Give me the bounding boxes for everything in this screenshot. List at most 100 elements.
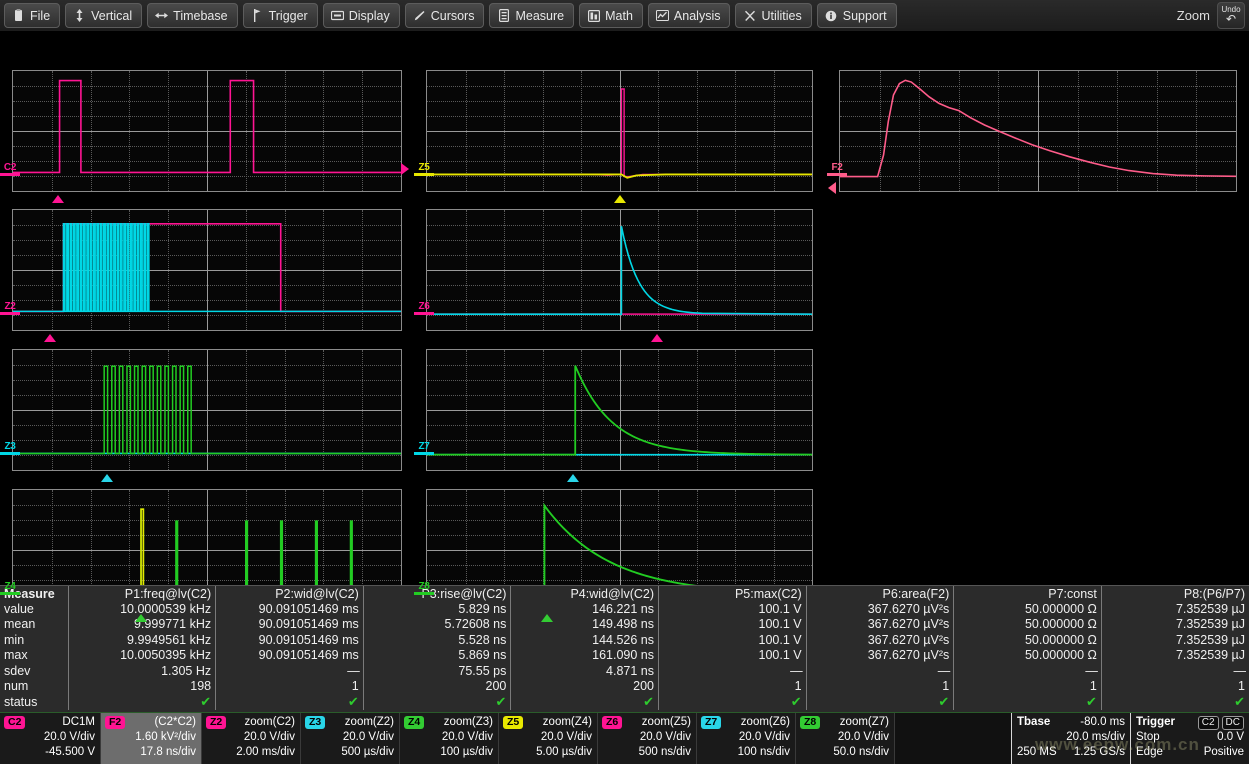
menu-item-file[interactable]: File	[4, 3, 60, 28]
descriptor-tag-z4[interactable]: Z4	[404, 716, 424, 729]
measurement-row-label: sdev	[0, 663, 68, 678]
measurement-row-label: value	[0, 601, 68, 616]
waveform-trace-z3	[13, 350, 401, 470]
grid-graticule	[839, 70, 1237, 192]
menu-item-analysis[interactable]: Analysis	[648, 3, 731, 28]
waveform-trace-f2	[840, 71, 1236, 191]
descriptor-tag-z7[interactable]: Z7	[701, 716, 721, 729]
measurement-cell: ✔	[954, 694, 1102, 710]
trigger-marker-z5[interactable]	[614, 195, 626, 203]
trigger-marker-c2[interactable]	[52, 195, 64, 203]
channel-descriptor-z7[interactable]: Z7zoom(Z6)20.0 V/div100 ns/div	[697, 713, 796, 764]
measurement-row: num19812002001111	[0, 678, 1249, 693]
channel-label-z5[interactable]: Z5	[414, 163, 434, 176]
zoom-label[interactable]: Zoom	[1177, 8, 1217, 23]
trigger-marker-z3[interactable]	[101, 474, 113, 482]
menu-item-trigger[interactable]: Trigger	[243, 3, 318, 28]
trigger-descriptor[interactable]: Trigger C2DC Stop 0.0 V Edge Positive	[1130, 713, 1249, 764]
channel-label-text: Z3	[4, 441, 15, 452]
waveform-panel-z5[interactable]	[426, 70, 813, 192]
channel-label-z6[interactable]: Z6	[414, 302, 434, 315]
measurement-cell: 75.55 ps	[363, 663, 511, 678]
utilities-tools-icon	[743, 9, 756, 22]
status-check-icon: ✔	[200, 694, 211, 709]
main-menu-bar: File Vertical Timebase Trigger Display C…	[0, 0, 1249, 32]
descriptor-line: 17.8 ns/div	[140, 745, 196, 760]
channel-descriptor-z2[interactable]: Z2zoom(C2)20.0 V/div2.00 ms/div	[202, 713, 301, 764]
waveform-panel-f2[interactable]	[839, 70, 1237, 192]
channel-label-c2[interactable]: C2	[0, 163, 20, 176]
measurement-cell: 7.352539 µJ	[1101, 648, 1249, 663]
descriptor-tag-f2[interactable]: F2	[105, 716, 125, 729]
channel-descriptor-z8[interactable]: Z8zoom(Z7)20.0 V/div50.0 ns/div	[796, 713, 895, 764]
undo-button[interactable]: Undo ↶	[1217, 2, 1245, 29]
channel-label-z4[interactable]: Z4	[0, 582, 20, 595]
channel-descriptor-c2[interactable]: C2DC1M20.0 V/div-45.500 V	[0, 713, 101, 764]
descriptor-title: zoom(Z6)	[741, 715, 790, 730]
menu-item-cursors[interactable]: Cursors	[405, 3, 485, 28]
waveform-panel-c2[interactable]	[12, 70, 402, 192]
waveform-panel-z2[interactable]	[12, 209, 402, 331]
menu-item-utilities[interactable]: Utilities	[735, 3, 811, 28]
menu-item-label: Measure	[515, 9, 564, 23]
descriptor-tag-z6[interactable]: Z6	[602, 716, 622, 729]
trigger-marker-z8[interactable]	[541, 614, 553, 622]
trigger-marker-z6[interactable]	[651, 334, 663, 342]
measurement-column-header[interactable]: P3:rise@lv(C2)	[363, 586, 511, 601]
menu-item-display[interactable]: Display	[323, 3, 400, 28]
measurement-column-header[interactable]: P1:freq@lv(C2)	[68, 586, 216, 601]
channel-label-text: F2	[831, 162, 842, 173]
level-arrow-c2-right[interactable]	[401, 163, 409, 175]
waveform-panel-z3[interactable]	[12, 349, 402, 471]
channel-label-f2[interactable]: F2	[827, 163, 847, 176]
menu-item-timebase[interactable]: Timebase	[147, 3, 237, 28]
channel-descriptor-z3[interactable]: Z3zoom(Z2)20.0 V/div500 µs/div	[301, 713, 400, 764]
descriptor-tag-z5[interactable]: Z5	[503, 716, 523, 729]
level-arrow-f2-left[interactable]	[828, 182, 836, 194]
channel-descriptor-z4[interactable]: Z4zoom(Z3)20.0 V/div100 µs/div	[400, 713, 499, 764]
menu-item-measure[interactable]: Measure	[489, 3, 574, 28]
channel-label-z3[interactable]: Z3	[0, 442, 20, 455]
measurement-row-label: min	[0, 632, 68, 647]
menu-item-vertical[interactable]: Vertical	[65, 3, 142, 28]
channel-descriptor-z6[interactable]: Z6zoom(Z5)20.0 V/div500 ns/div	[598, 713, 697, 764]
timebase-descriptor[interactable]: Tbase -80.0 ms 20.0 ms/div 250 MS 1.25 G…	[1011, 713, 1130, 764]
channel-level-marker	[0, 592, 20, 595]
measurement-column-header[interactable]: P5:max(C2)	[659, 586, 807, 601]
measurement-column-header[interactable]: P8:(P6/P7)	[1101, 586, 1249, 601]
descriptor-tag-z2[interactable]: Z2	[206, 716, 226, 729]
channel-label-text: Z6	[418, 301, 429, 312]
menu-item-math[interactable]: Math	[579, 3, 643, 28]
tbase-label: Tbase	[1017, 715, 1050, 730]
waveform-panel-z7[interactable]	[426, 349, 813, 471]
menu-item-label: Vertical	[91, 9, 132, 23]
measurement-column-header[interactable]: P2:wid@lv(C2)	[216, 586, 364, 601]
channel-label-z7[interactable]: Z7	[414, 442, 434, 455]
descriptor-tag-c2[interactable]: C2	[4, 716, 25, 729]
trigger-marker-z7[interactable]	[567, 474, 579, 482]
trigger-marker-z4[interactable]	[135, 614, 147, 622]
measurement-cell: 1	[806, 678, 954, 693]
channel-label-z8[interactable]: Z8	[414, 582, 434, 595]
channel-label-z2[interactable]: Z2	[0, 302, 20, 315]
measurement-cell: 9.9949561 kHz	[68, 632, 216, 647]
waveform-panel-z6[interactable]	[426, 209, 813, 331]
grid-graticule	[426, 209, 813, 331]
channel-descriptor-z5[interactable]: Z5zoom(Z4)20.0 V/div5.00 µs/div	[499, 713, 598, 764]
measurement-column-header[interactable]: P6:area(F2)	[806, 586, 954, 601]
measurement-column-header[interactable]: P7:const	[954, 586, 1102, 601]
channel-descriptor-f2[interactable]: F2(C2*C2)1.60 kV²/div17.8 ns/div	[101, 713, 202, 764]
measurement-row-label: status	[0, 694, 68, 710]
measurement-cell: 50.000000 Ω	[954, 632, 1102, 647]
status-check-icon: ✔	[348, 694, 359, 709]
channel-level-marker	[414, 312, 434, 315]
menu-item-label: Cursors	[431, 9, 475, 23]
measurement-column-header[interactable]: P4:wid@lv(C2)	[511, 586, 659, 601]
descriptor-title: zoom(Z3)	[444, 715, 493, 730]
descriptor-tag-z3[interactable]: Z3	[305, 716, 325, 729]
menu-item-support[interactable]: Support	[817, 3, 897, 28]
descriptor-line: 20.0 V/div	[343, 730, 394, 745]
menu-item-label: Timebase	[173, 9, 227, 23]
trigger-marker-z2[interactable]	[44, 334, 56, 342]
descriptor-tag-z8[interactable]: Z8	[800, 716, 820, 729]
